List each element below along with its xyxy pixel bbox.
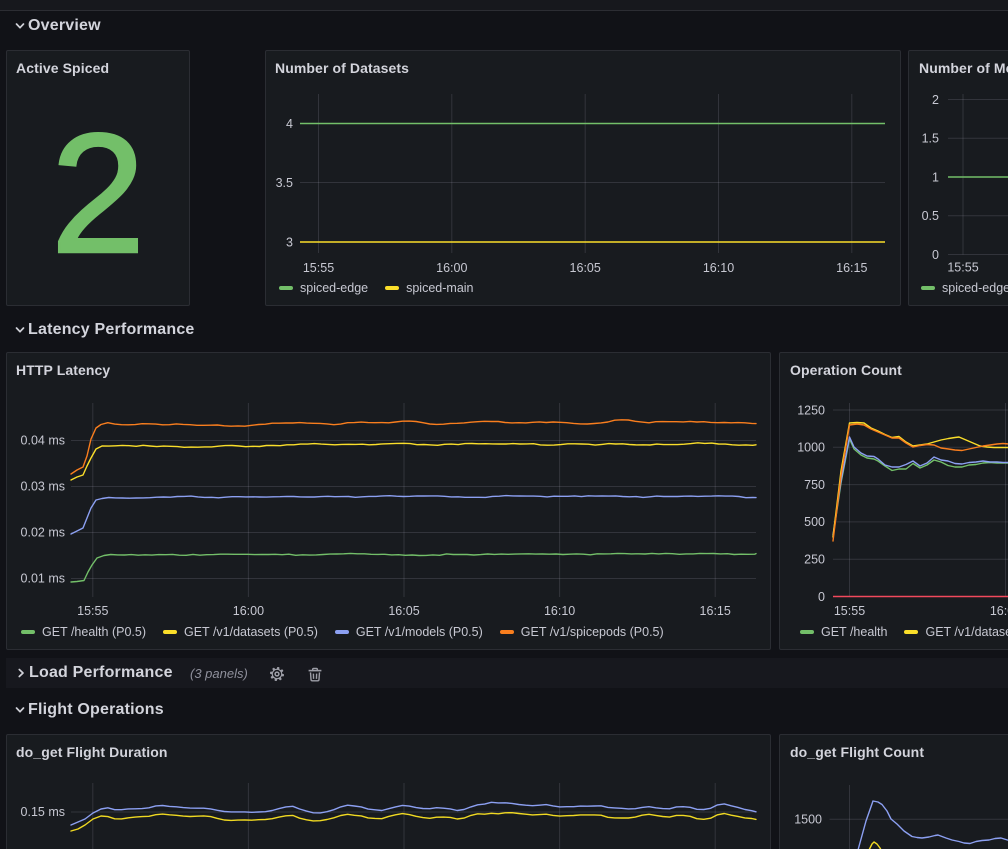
svg-text:16:00: 16:00	[436, 261, 467, 275]
svg-text:0.5: 0.5	[922, 209, 939, 223]
svg-text:16:00: 16:00	[990, 604, 1008, 618]
svg-text:4: 4	[286, 117, 293, 131]
svg-text:15:55: 15:55	[303, 261, 334, 275]
svg-text:15:55: 15:55	[77, 604, 108, 618]
svg-text:250: 250	[804, 552, 825, 566]
svg-text:500: 500	[804, 515, 825, 529]
svg-text:1.5: 1.5	[922, 132, 939, 146]
svg-text:1500: 1500	[794, 813, 822, 827]
svg-text:16:15: 16:15	[836, 261, 867, 275]
svg-text:1250: 1250	[797, 403, 825, 417]
svg-text:16:05: 16:05	[570, 261, 601, 275]
svg-text:3.5: 3.5	[276, 176, 293, 190]
svg-text:0.02 ms: 0.02 ms	[21, 525, 65, 539]
svg-text:2: 2	[932, 93, 939, 107]
svg-text:0.04 ms: 0.04 ms	[21, 433, 65, 447]
svg-text:0.15 ms: 0.15 ms	[21, 805, 65, 819]
svg-text:1000: 1000	[797, 441, 825, 455]
svg-text:16:00: 16:00	[233, 604, 264, 618]
svg-text:15:55: 15:55	[947, 260, 978, 274]
svg-text:16:10: 16:10	[544, 604, 575, 618]
svg-text:15:55: 15:55	[834, 604, 865, 618]
svg-text:3: 3	[286, 235, 293, 249]
svg-text:0.03 ms: 0.03 ms	[21, 479, 65, 493]
svg-text:16:05: 16:05	[388, 604, 419, 618]
svg-text:0.01 ms: 0.01 ms	[21, 571, 65, 585]
svg-text:1: 1	[932, 170, 939, 184]
svg-text:16:10: 16:10	[703, 261, 734, 275]
svg-text:750: 750	[804, 478, 825, 492]
svg-text:0: 0	[818, 590, 825, 604]
svg-text:16:15: 16:15	[700, 604, 731, 618]
svg-text:0: 0	[932, 248, 939, 262]
